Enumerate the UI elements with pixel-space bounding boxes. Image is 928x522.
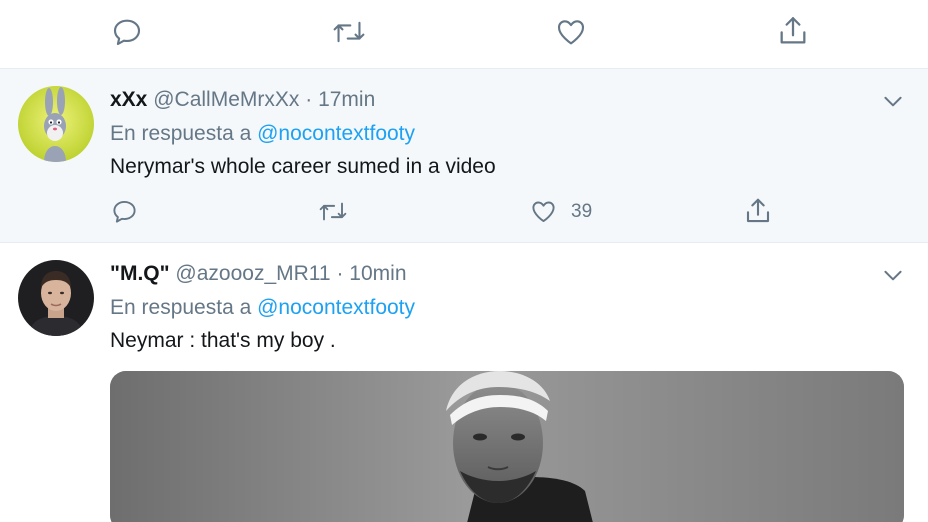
share-icon (780, 17, 806, 44)
tweet[interactable]: xXx @CallMeMrxXx · 17min En respuesta a … (0, 69, 928, 243)
reply-to-link[interactable]: @nocontextfooty (257, 296, 415, 319)
share-button[interactable] (776, 14, 810, 48)
separator: · (305, 88, 313, 111)
man-portrait-avatar (18, 260, 94, 336)
share-button[interactable] (743, 196, 773, 226)
heart-icon (532, 201, 555, 223)
reply-context: En respuesta a @nocontextfooty (110, 296, 415, 320)
tweet-text: Nerymar's whole career sumed in a video (110, 155, 496, 178)
reply-to-link[interactable]: @nocontextfooty (257, 122, 415, 145)
chevron-down-icon[interactable] (880, 262, 906, 288)
reply-button[interactable] (111, 16, 143, 48)
user-handle[interactable]: @CallMeMrxXx (153, 88, 299, 111)
heart-icon (557, 20, 585, 45)
avatar[interactable] (18, 86, 94, 162)
like-button[interactable] (555, 16, 587, 48)
reply-button[interactable] (111, 198, 138, 225)
tweet-header: "M.Q" @azoooz_MR11 · 10min (110, 262, 407, 286)
like-button[interactable]: 39 (530, 198, 592, 225)
reply-icon (113, 19, 141, 46)
timestamp[interactable]: 10min (349, 262, 406, 285)
share-icon (746, 198, 770, 223)
tweet[interactable]: "M.Q" @azoooz_MR11 · 10min En respuesta … (0, 243, 928, 522)
reply-context: En respuesta a @nocontextfooty (110, 122, 415, 146)
tweet-header: xXx @CallMeMrxXx · 17min (110, 88, 375, 112)
display-name[interactable]: xXx (110, 88, 147, 111)
black-and-white-photo-of-man-in-headband (110, 371, 904, 522)
retweet-button[interactable] (318, 198, 348, 225)
display-name[interactable]: "M.Q" (110, 262, 170, 285)
timestamp[interactable]: 17min (318, 88, 375, 111)
retweet-button[interactable] (332, 16, 366, 48)
tweet-media[interactable] (110, 371, 904, 522)
reply-icon (113, 200, 136, 223)
retweet-icon (333, 21, 365, 43)
chevron-down-icon[interactable] (880, 88, 906, 114)
avatar[interactable] (18, 260, 94, 336)
retweet-icon (319, 202, 347, 221)
separator: · (336, 262, 344, 285)
reply-prefix: En respuesta a (110, 296, 252, 319)
tweet-text: Neymar : that's my boy . (110, 329, 336, 352)
like-count: 39 (571, 200, 593, 222)
reply-prefix: En respuesta a (110, 122, 252, 145)
previous-tweet-actions (0, 0, 928, 69)
cartoon-rabbit-avatar (18, 86, 94, 162)
user-handle[interactable]: @azoooz_MR11 (175, 262, 330, 285)
